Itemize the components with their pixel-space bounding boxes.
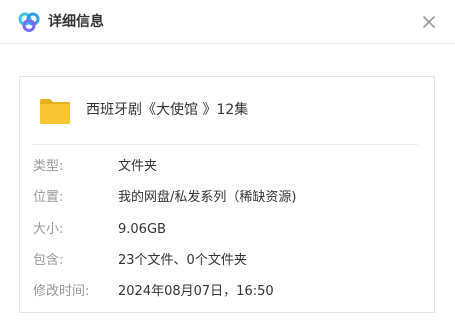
detail-label: 大小: xyxy=(33,222,64,237)
close-icon[interactable] xyxy=(419,12,439,32)
detail-label: 类型: xyxy=(33,159,64,174)
file-name: 西班牙剧《大使馆 》12集 xyxy=(86,102,249,118)
detail-row-location: 位置: 我的网盘/私发系列（稀缺资源) xyxy=(20,184,434,212)
detail-row-type: 类型: 文件夹 xyxy=(20,153,434,181)
folder-icon xyxy=(40,99,70,124)
detail-row-modified: 修改时间: 2024年08月07日，16:50 xyxy=(20,278,434,306)
dialog-header: 详细信息 xyxy=(0,0,455,44)
detail-value: 文件夹 xyxy=(118,159,158,174)
detail-value: 9.06GB xyxy=(118,222,166,237)
detail-row-size: 大小: 9.06GB xyxy=(20,216,434,244)
detail-label: 包含: xyxy=(33,253,64,268)
detail-row-contains: 包含: 23个文件、0个文件夹 xyxy=(20,247,434,275)
dialog-title: 详细信息 xyxy=(48,14,104,30)
detail-label: 位置: xyxy=(33,190,64,205)
file-header: 西班牙剧《大使馆 》12集 xyxy=(20,77,434,144)
detail-value: 23个文件、0个文件夹 xyxy=(118,253,247,268)
divider xyxy=(31,144,418,145)
details-card: 西班牙剧《大使馆 》12集 类型: 文件夹 位置: 我的网盘/私发系列（稀缺资源… xyxy=(19,76,435,313)
detail-value: 2024年08月07日，16:50 xyxy=(118,284,274,299)
baidu-netdisk-logo-icon xyxy=(18,12,40,32)
detail-value: 我的网盘/私发系列（稀缺资源) xyxy=(118,190,297,205)
detail-label: 修改时间: xyxy=(33,284,90,299)
